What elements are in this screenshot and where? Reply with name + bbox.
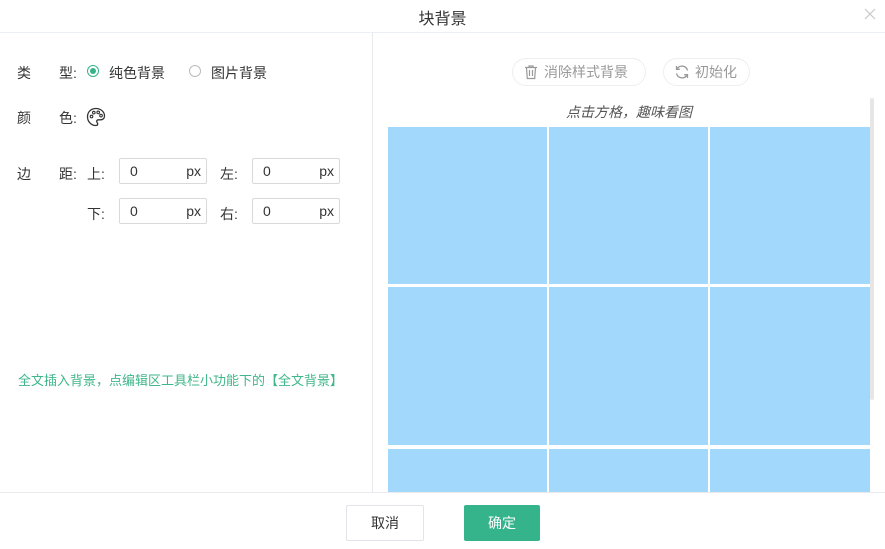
margin-top-input[interactable]: px [119, 158, 207, 184]
margin-left-label: 左: [220, 166, 238, 182]
margin-right-unit: px [319, 203, 334, 219]
margin-left-input[interactable]: px [252, 158, 340, 184]
color-label-char1: 颜 [17, 110, 31, 126]
grid-cell[interactable] [710, 127, 870, 284]
margin-left-value[interactable] [253, 159, 323, 183]
margin-right-input[interactable]: px [252, 198, 340, 224]
margin-bottom-value[interactable] [120, 199, 190, 223]
radio-image-label[interactable]: 图片背景 [211, 63, 267, 83]
grid-cell[interactable] [549, 127, 708, 284]
type-label-char1: 类 [17, 65, 31, 81]
grid-cell[interactable] [388, 127, 547, 284]
full-background-tip[interactable]: 全文插入背景，点编辑区工具栏小功能下的【全文背景】 [18, 370, 343, 389]
margin-right-label: 右: [220, 206, 238, 222]
grid-cell[interactable] [549, 287, 708, 445]
margin-label-char1: 边 [17, 166, 31, 182]
refresh-icon [675, 65, 689, 79]
radio-solid-color-label[interactable]: 纯色背景 [109, 63, 165, 83]
trash-icon [525, 65, 537, 80]
grid-cell[interactable] [549, 449, 708, 492]
close-icon[interactable] [863, 7, 877, 21]
radio-solid-color[interactable] [87, 65, 99, 77]
grid-cell[interactable] [710, 449, 870, 492]
radio-image[interactable] [189, 65, 201, 77]
settings-panel [0, 33, 373, 492]
grid-cell[interactable] [388, 287, 547, 445]
grid-cell[interactable] [388, 449, 547, 492]
type-label-char2: 型: [59, 65, 77, 81]
margin-top-label: 上: [87, 166, 105, 182]
clear-style-background-label: 消除样式背景 [544, 64, 628, 80]
margin-top-value[interactable] [120, 159, 190, 183]
margin-bottom-unit: px [186, 203, 201, 219]
reset-label: 初始化 [695, 64, 737, 80]
dialog-footer [0, 492, 885, 549]
color-label-char2: 色: [59, 110, 77, 126]
cancel-button[interactable]: 取消 [346, 505, 424, 541]
margin-bottom-input[interactable]: px [119, 198, 207, 224]
margin-bottom-label: 下: [87, 206, 105, 222]
margin-label-char2: 距: [59, 166, 77, 182]
reset-button[interactable]: 初始化 [663, 58, 750, 86]
dialog-header: 块背景 [0, 0, 885, 33]
preview-grid [388, 127, 870, 492]
grid-cell[interactable] [710, 287, 870, 445]
preview-hint: 点击方格，趣味看图 [566, 104, 692, 120]
palette-icon[interactable] [86, 107, 106, 127]
dialog-title: 块背景 [418, 11, 467, 28]
confirm-button[interactable]: 确定 [464, 505, 540, 541]
preview-scrollbar[interactable] [870, 98, 874, 400]
margin-right-value[interactable] [253, 199, 323, 223]
clear-style-background-button[interactable]: 消除样式背景 [512, 58, 646, 86]
margin-left-unit: px [319, 163, 334, 179]
margin-top-unit: px [186, 163, 201, 179]
